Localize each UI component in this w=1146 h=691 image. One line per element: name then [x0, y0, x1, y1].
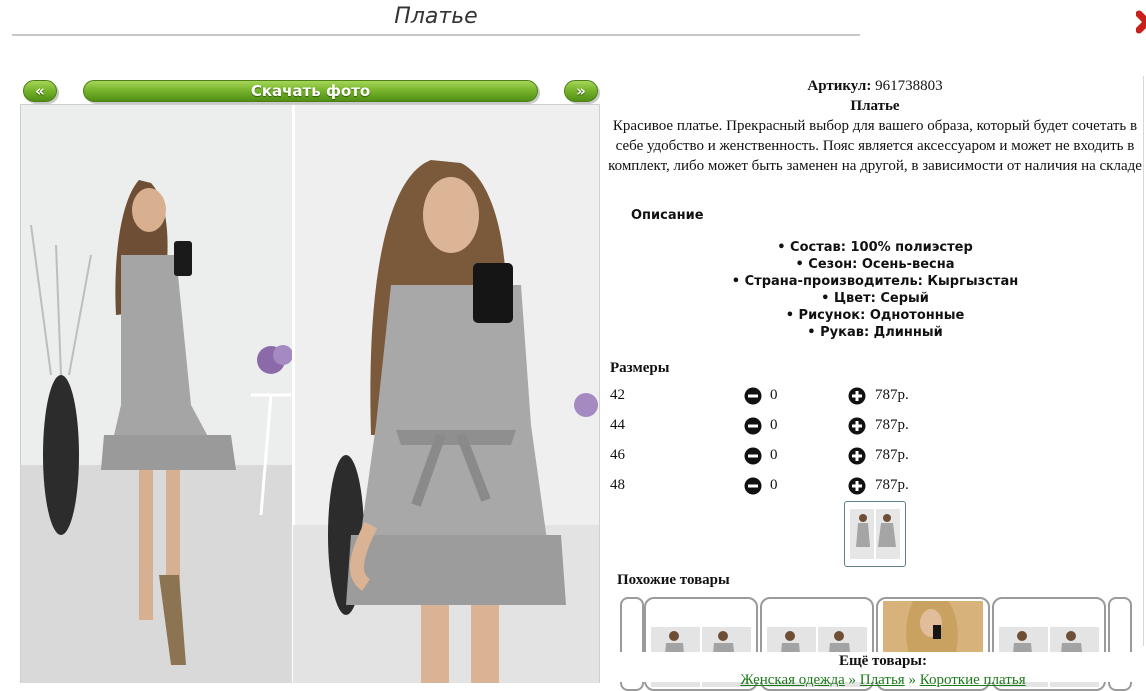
size-row: 42 0 787р.	[610, 385, 1010, 407]
size-row: 48 0 787р.	[610, 475, 1010, 497]
description-heading: Описание	[631, 208, 704, 223]
product-description: Красивое платье. Прекрасный выбор для ва…	[608, 118, 1142, 174]
size-value: 44	[610, 417, 625, 433]
plus-circle-icon[interactable]	[848, 447, 866, 470]
attribute-item: Сезон: Осень-весна	[604, 256, 1146, 273]
quantity-value: 0	[770, 387, 778, 403]
title-divider	[12, 34, 860, 36]
sizes-heading: Размеры	[610, 360, 670, 376]
attribute-item: Цвет: Серый	[604, 290, 1146, 307]
size-row: 46 0 787р.	[610, 445, 1010, 467]
breadcrumb-separator: »	[848, 672, 857, 688]
close-icon[interactable]	[1136, 8, 1146, 38]
next-photo-button[interactable]: »	[564, 80, 598, 102]
size-value: 48	[610, 477, 625, 493]
download-photo-button[interactable]: Скачать фото	[83, 80, 538, 102]
price: 787р.	[875, 447, 909, 463]
plus-circle-icon[interactable]	[848, 477, 866, 500]
size-row: 44 0 787р.	[610, 415, 1010, 437]
minus-circle-icon[interactable]	[744, 417, 762, 440]
breadcrumb-link[interactable]: Женская одежда	[740, 672, 844, 688]
attribute-list: Состав: 100% полиэстер Сезон: Осень-весн…	[604, 239, 1146, 341]
photo-thumbnail[interactable]	[844, 501, 906, 567]
plus-circle-icon[interactable]	[848, 387, 866, 410]
price: 787р.	[875, 417, 909, 433]
price: 787р.	[875, 387, 909, 403]
attribute-item: Рисунок: Однотонные	[604, 307, 1146, 324]
article-label: Артикул:	[807, 78, 872, 94]
minus-circle-icon[interactable]	[744, 447, 762, 470]
size-value: 46	[610, 447, 625, 463]
attribute-item: Страна-производитель: Кыргызстан	[604, 273, 1146, 290]
size-value: 42	[610, 387, 625, 403]
minus-circle-icon[interactable]	[744, 477, 762, 500]
product-info: Артикул: 961738803 Платье Красивое плать…	[604, 76, 1146, 176]
breadcrumb: Женская одежда » Платья » Короткие плать…	[612, 672, 1146, 689]
more-products-heading: Ещё товары:	[838, 653, 928, 669]
price: 787р.	[875, 477, 909, 493]
article-value: 961738803	[875, 78, 943, 94]
plus-circle-icon[interactable]	[848, 417, 866, 440]
page-title: Платье	[394, 4, 478, 29]
similar-heading: Похожие товары	[617, 572, 730, 588]
attribute-item: Рукав: Длинный	[604, 324, 1146, 341]
breadcrumb-link[interactable]: Короткие платья	[920, 672, 1026, 688]
breadcrumb-separator: »	[908, 672, 916, 688]
prev-photo-button[interactable]: «	[23, 80, 57, 102]
product-photo[interactable]	[20, 104, 600, 683]
article-line: Артикул: 961738803	[604, 76, 1146, 96]
quantity-value: 0	[770, 417, 778, 433]
quantity-value: 0	[770, 477, 778, 493]
breadcrumb-link[interactable]: Платья	[860, 672, 905, 688]
attribute-item: Состав: 100% полиэстер	[604, 239, 1146, 256]
product-name: Платье	[850, 98, 900, 114]
minus-circle-icon[interactable]	[744, 387, 762, 410]
column-divider	[1143, 76, 1144, 646]
quantity-value: 0	[770, 447, 778, 463]
